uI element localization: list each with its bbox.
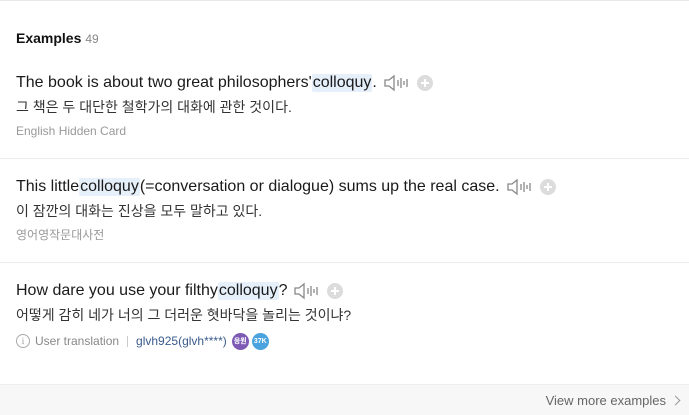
sentence-text: How dare you use your filthy [16,282,218,299]
sentence-text: . [372,74,377,91]
divider [0,262,689,263]
user-level-badge: 37K [251,332,269,350]
keyword-highlight[interactable]: colloquy [217,282,279,300]
keyword-highlight[interactable]: colloquy [311,74,373,92]
top-divider [0,0,689,1]
example-item: How dare you use your filthy colloquy ? … [16,280,689,350]
section-title: Examples [16,30,82,46]
view-more-examples-link[interactable]: View more examples [545,393,681,408]
example-item: The book is about two great philosophers… [16,72,689,139]
section-header: Examples 49 [16,30,99,46]
sentence-text: The book is about two great philosophers… [16,74,312,91]
example-sentence: This little colloquy (=conversation or d… [16,176,689,198]
add-icon[interactable] [327,283,344,299]
example-translation: 어떻게 감히 네가 너의 그 더러운 혓바닥을 놀리는 것이냐? [16,307,352,323]
speaker-icon[interactable] [383,74,409,92]
user-translation-label: User translation [35,334,120,348]
sentence-text: This little [16,178,80,195]
example-sentence: How dare you use your filthy colloquy ? [16,280,689,302]
example-item: This little colloquy (=conversation or d… [16,176,689,243]
speaker-icon[interactable] [506,178,532,196]
footer: View more examples [0,384,689,415]
view-more-label: View more examples [545,393,666,408]
example-translation: 그 책은 두 대단한 철학가의 대화에 관한 것이다. [16,99,292,115]
speaker-icon[interactable] [293,282,319,300]
keyword-highlight[interactable]: colloquy [79,178,140,196]
example-source[interactable]: English Hidden Card [16,123,689,139]
add-icon[interactable] [416,75,433,91]
separator [127,335,129,347]
example-count: 49 [85,32,99,46]
user-badge: 응원 [231,332,249,350]
user-translation-row: i User translation glvh925(glvh****) 응원 … [16,332,689,350]
example-sentence: The book is about two great philosophers… [16,72,689,94]
sentence-text: (=conversation or dialogue) sums up the … [139,178,500,195]
example-source[interactable]: 영어영작문대사전 [16,227,689,243]
info-icon[interactable]: i [16,334,30,348]
user-link[interactable]: glvh925(glvh****) [136,333,227,349]
divider [0,158,689,159]
add-icon[interactable] [539,179,556,195]
example-translation: 이 잠깐의 대화는 진상을 모두 말하고 있다. [16,203,263,219]
sentence-text: ? [278,282,288,299]
chevron-right-icon [670,395,681,406]
